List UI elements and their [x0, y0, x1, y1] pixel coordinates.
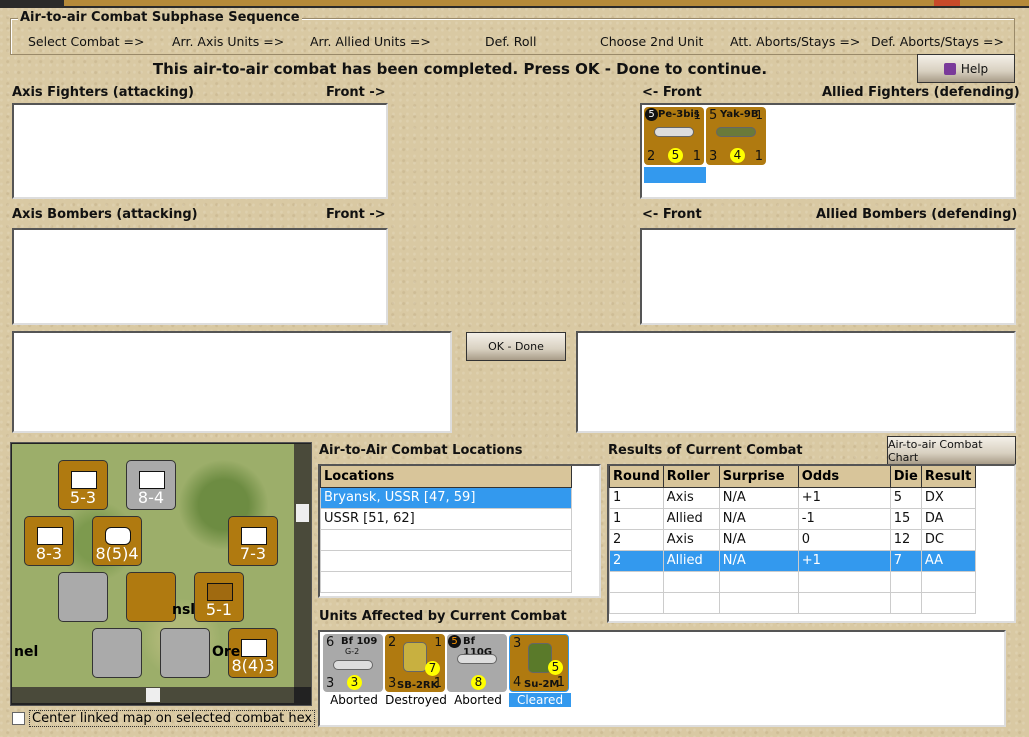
- step-select-combat: Select Combat =>: [28, 34, 145, 49]
- unit-badge: 5: [645, 108, 658, 121]
- map-counter[interactable]: 5-1: [194, 572, 244, 622]
- help-label: Help: [960, 61, 989, 76]
- map-counter[interactable]: [160, 628, 210, 678]
- map-label: Ore: [212, 644, 241, 660]
- unit-value: 1: [754, 149, 763, 164]
- unit-status: Aborted: [330, 693, 378, 707]
- unit-value: 1: [692, 149, 701, 164]
- unit-dot: 5: [668, 148, 683, 163]
- col-round: Round: [609, 466, 664, 488]
- scroll-thumb[interactable]: [296, 504, 309, 522]
- affected-unit[interactable]: 3 4 Su-2M 1 5: [509, 634, 569, 692]
- center-map-checkbox[interactable]: [12, 712, 25, 725]
- col-die: Die: [889, 466, 922, 488]
- unit-dot: 4: [730, 148, 745, 163]
- center-map-label[interactable]: Center linked map on selected combat hex: [29, 710, 316, 727]
- allied-bombers-label: Allied Bombers (defending): [816, 207, 1018, 222]
- unit-value: 1: [693, 108, 701, 122]
- unit-value: 3: [709, 149, 718, 164]
- allied-info-box: [576, 331, 1016, 433]
- locations-title: Air-to-Air Combat Locations: [319, 443, 523, 458]
- ok-done-button[interactable]: OK - Done: [466, 332, 566, 361]
- axis-fighters-label: Axis Fighters (attacking): [12, 85, 194, 100]
- plane-icon: [716, 127, 756, 137]
- allied-bombers-box[interactable]: [640, 228, 1016, 325]
- map-counter[interactable]: 5-3: [58, 460, 108, 510]
- affected-units-box[interactable]: 6 Bf 109 G-2 33 Aborted 21 3 SB-2RK 1 7 Des…: [318, 630, 1006, 727]
- col-odds: Odds: [797, 466, 891, 488]
- plane-icon: [654, 127, 694, 137]
- results-table[interactable]: Round Roller Surprise Odds Die Result 1A…: [607, 464, 1016, 623]
- help-button[interactable]: Help: [917, 54, 1015, 83]
- unit-value: 5: [709, 108, 718, 123]
- plane-icon: [403, 642, 427, 672]
- location-row[interactable]: USSR [51, 62]: [320, 507, 572, 530]
- allied-fighters-box[interactable]: 5 Pe-3bis 1 2 5 1 5 Yak-9B 1 3 4 1: [640, 103, 1016, 199]
- scroll-thumb[interactable]: [146, 688, 160, 702]
- col-surprise: Surprise: [718, 466, 799, 488]
- step-arr-allied: Arr. Allied Units =>: [310, 34, 431, 49]
- step-choose-2nd: Choose 2nd Unit: [600, 34, 704, 49]
- sequence-title: Air-to-air Combat Subphase Sequence: [18, 10, 302, 25]
- plane-icon: [457, 654, 497, 664]
- map-label: nel: [14, 644, 39, 660]
- location-row[interactable]: Bryansk, USSR [47, 59]: [320, 486, 572, 509]
- unit-status: Cleared: [509, 693, 571, 707]
- allied-fighters-front: <- Front: [642, 85, 702, 100]
- result-row[interactable]: 2 Axis N/A 0 12 DC: [609, 528, 976, 551]
- results-title: Results of Current Combat: [608, 443, 803, 458]
- unit-status: Destroyed: [385, 693, 447, 707]
- unit-name: Yak-9B: [720, 109, 759, 120]
- map-counter[interactable]: [126, 572, 176, 622]
- plane-icon: [333, 660, 373, 670]
- axis-bombers-front: Front ->: [326, 207, 386, 222]
- map-counter[interactable]: 8-4: [126, 460, 176, 510]
- axis-bombers-label: Axis Bombers (attacking): [12, 207, 198, 222]
- close-button[interactable]: [934, 0, 960, 6]
- allied-fighters-label: Allied Fighters (defending): [822, 85, 1020, 100]
- affected-title: Units Affected by Current Combat: [319, 609, 567, 624]
- affected-unit[interactable]: 21 3 SB-2RK 1 7: [385, 634, 445, 692]
- map-counter[interactable]: 8(5)4: [92, 516, 142, 566]
- unit-value: 1: [755, 108, 763, 122]
- result-row[interactable]: 1 Allied N/A -1 15 DA: [609, 507, 976, 530]
- unit-status: Aborted: [454, 693, 502, 707]
- step-att-aborts: Att. Aborts/Stays =>: [730, 34, 861, 49]
- unit-counter-pe3bis[interactable]: 5 Pe-3bis 1 2 5 1: [644, 107, 704, 165]
- linked-map[interactable]: 5-3 8-4 8-3 8(5)4 7-3 5-1 8(4)3 nel Ore …: [12, 444, 294, 687]
- result-row[interactable]: 2 Allied N/A +1 7 AA: [609, 549, 976, 572]
- title-bar: [0, 0, 1029, 8]
- step-def-roll: Def. Roll: [485, 34, 537, 49]
- col-result: Result: [920, 466, 976, 488]
- locations-table[interactable]: Locations Bryansk, USSR [47, 59] USSR [5…: [318, 464, 601, 598]
- map-horizontal-scrollbar[interactable]: [12, 687, 294, 703]
- status-message: This air-to-air combat has been complete…: [152, 60, 768, 78]
- allied-bombers-front: <- Front: [642, 207, 702, 222]
- affected-unit[interactable]: 5 Bf 110G 8: [447, 634, 507, 692]
- axis-fighters-box[interactable]: [12, 103, 388, 199]
- axis-bombers-box[interactable]: [12, 228, 388, 325]
- axis-info-box: [12, 331, 452, 433]
- affected-unit[interactable]: 6 Bf 109 G-2 33: [323, 634, 383, 692]
- step-arr-axis: Arr. Axis Units =>: [172, 34, 285, 49]
- map-label: nsl: [172, 602, 196, 618]
- step-def-aborts: Def. Aborts/Stays =>: [871, 34, 1004, 49]
- locations-header: Locations: [320, 466, 572, 488]
- map-counter[interactable]: 8-3: [24, 516, 74, 566]
- selection-bar: [644, 167, 706, 183]
- help-book-icon: [943, 62, 956, 75]
- map-counter[interactable]: [58, 572, 108, 622]
- map-counter[interactable]: [92, 628, 142, 678]
- combat-chart-button[interactable]: Air-to-air Combat Chart: [887, 436, 1016, 465]
- axis-fighters-front: Front ->: [326, 85, 386, 100]
- unit-value: 2: [647, 149, 656, 164]
- result-row[interactable]: 1 Axis N/A +1 5 DX: [609, 486, 976, 509]
- map-counter[interactable]: 7-3: [228, 516, 278, 566]
- map-vertical-scrollbar[interactable]: [294, 444, 311, 687]
- col-roller: Roller: [662, 466, 720, 488]
- unit-counter-yak9b[interactable]: 5 Yak-9B 1 3 4 1: [706, 107, 766, 165]
